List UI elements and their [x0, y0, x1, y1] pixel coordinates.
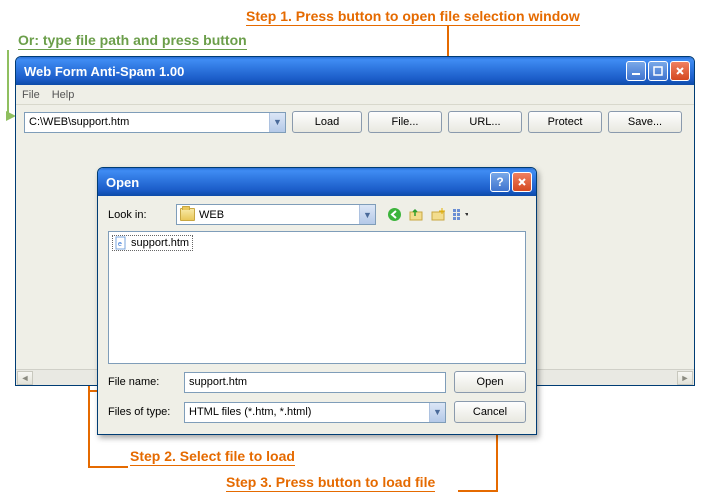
filetype-label: Files of type:: [108, 406, 176, 418]
back-icon[interactable]: [386, 207, 402, 223]
open-dialog: Open ? Look in: WEB ▼: [97, 167, 537, 435]
load-button[interactable]: Load: [292, 111, 362, 133]
chevron-down-icon[interactable]: ▼: [359, 205, 375, 224]
file-item[interactable]: e support.htm: [112, 235, 193, 251]
window-title: Web Form Anti-Spam 1.00: [24, 64, 624, 79]
annotation-step3: Step 3. Press button to load file: [226, 474, 435, 492]
filetype-combo[interactable]: HTML files (*.htm, *.html) ▼: [184, 402, 446, 423]
up-folder-icon[interactable]: [408, 207, 424, 223]
filename-input[interactable]: [184, 372, 446, 393]
file-button[interactable]: File...: [368, 111, 442, 133]
chevron-down-icon[interactable]: ▼: [269, 113, 285, 132]
new-folder-icon[interactable]: [430, 207, 446, 223]
scroll-right-icon[interactable]: ►: [677, 371, 693, 385]
html-file-icon: e: [114, 236, 128, 250]
annotation-step1: Step 1. Press button to open file select…: [246, 8, 580, 26]
lookin-label: Look in:: [108, 209, 170, 221]
cancel-button[interactable]: Cancel: [454, 401, 526, 423]
help-button[interactable]: ?: [490, 172, 510, 192]
open-button[interactable]: Open: [454, 371, 526, 393]
titlebar[interactable]: Web Form Anti-Spam 1.00: [16, 57, 694, 85]
chevron-down-icon[interactable]: ▼: [429, 403, 445, 422]
maximize-button[interactable]: [648, 61, 668, 81]
toolbar: ▼ Load File... URL... Protect Save...: [16, 105, 694, 139]
save-button[interactable]: Save...: [608, 111, 682, 133]
close-button[interactable]: [670, 61, 690, 81]
lookin-value: WEB: [199, 209, 355, 221]
protect-button[interactable]: Protect: [528, 111, 602, 133]
scroll-left-icon[interactable]: ◄: [17, 371, 33, 385]
url-button[interactable]: URL...: [448, 111, 522, 133]
file-name: support.htm: [131, 237, 189, 249]
menu-help[interactable]: Help: [52, 89, 75, 101]
path-input-combo[interactable]: ▼: [24, 112, 286, 133]
views-icon[interactable]: [452, 207, 468, 223]
svg-text:e: e: [118, 241, 122, 248]
path-input[interactable]: [25, 116, 269, 128]
file-list[interactable]: e support.htm: [108, 231, 526, 364]
annotation-or: Or: type file path and press button: [18, 32, 247, 50]
filetype-value: HTML files (*.htm, *.html): [185, 406, 429, 418]
filename-label: File name:: [108, 376, 176, 388]
annotation-step2: Step 2. Select file to load: [130, 448, 295, 466]
lookin-combo[interactable]: WEB ▼: [176, 204, 376, 225]
dialog-close-button[interactable]: [512, 172, 532, 192]
folder-icon: [180, 208, 195, 221]
menubar: File Help: [16, 85, 694, 105]
minimize-button[interactable]: [626, 61, 646, 81]
dialog-title: Open: [106, 175, 488, 190]
menu-file[interactable]: File: [22, 89, 40, 101]
dialog-titlebar[interactable]: Open ?: [98, 168, 536, 196]
